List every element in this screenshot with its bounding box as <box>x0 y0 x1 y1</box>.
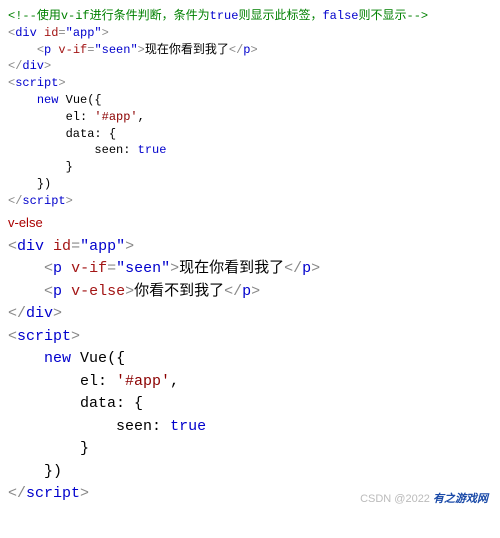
section-label-velse: v-else <box>8 214 492 232</box>
watermark-csdn: CSDN @2022 <box>360 493 430 505</box>
p-vif-2: <p v-if="seen">现在你看到我了</p> <box>8 258 492 281</box>
p-vif: <p v-if="seen">现在你看到我了</p> <box>8 42 492 59</box>
code-block-1: <!--使用v-if进行条件判断，条件为true则显示此标签，false则不显示… <box>8 8 492 210</box>
script-open: <script> <box>8 75 492 92</box>
data-line-2: data: { <box>8 393 492 416</box>
new-vue-2: new Vue({ <box>8 348 492 371</box>
div-open-2: <div id="app"> <box>8 236 492 259</box>
data-line: data: { <box>8 126 492 143</box>
div-close: </div> <box>8 58 492 75</box>
brace-close-2: } <box>8 438 492 461</box>
p-velse-2: <p v-else>你看不到我了</p> <box>8 281 492 304</box>
watermark: CSDN @2022 有之游戏网 <box>360 492 488 507</box>
script-close: </script> <box>8 193 492 210</box>
comment-line: <!--使用v-if进行条件判断，条件为true则显示此标签，false则不显示… <box>8 8 492 25</box>
paren-close: }) <box>8 176 492 193</box>
new-vue: new Vue({ <box>8 92 492 109</box>
seen-line-2: seen: true <box>8 416 492 439</box>
el-line: el: '#app', <box>8 109 492 126</box>
seen-line: seen: true <box>8 142 492 159</box>
watermark-logo: 有之游戏网 <box>433 493 488 505</box>
brace-close: } <box>8 159 492 176</box>
paren-close-2: }) <box>8 461 492 484</box>
el-line-2: el: '#app', <box>8 371 492 394</box>
code-block-2: <div id="app"> <p v-if="seen">现在你看到我了</p… <box>8 236 492 506</box>
div-close-2: </div> <box>8 303 492 326</box>
div-open: <div id="app"> <box>8 25 492 42</box>
script-open-2: <script> <box>8 326 492 349</box>
